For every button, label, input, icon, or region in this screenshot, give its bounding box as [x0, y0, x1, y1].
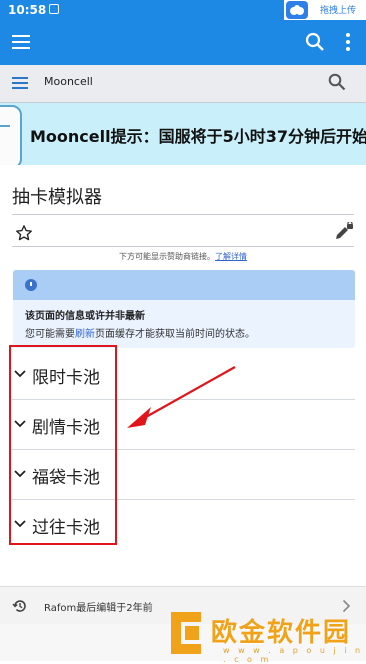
watermark-url: w w w . a p o u j i n . c o m: [223, 646, 364, 664]
notice-header: [13, 270, 355, 300]
mascot-image: [0, 105, 22, 165]
watermark-title: 欧金软件园: [211, 618, 352, 648]
annotation-arrow-icon: [127, 366, 236, 428]
cloud-upload-icon: [286, 1, 308, 19]
site-banner: Mooncell提示：国服将于5小时37分钟后开始维: [0, 103, 366, 165]
clock-icon: [25, 279, 37, 291]
hamburger-menu-icon[interactable]: [12, 35, 30, 49]
more-options-icon[interactable]: [346, 33, 350, 54]
page-title: 抽卡模拟器: [12, 187, 102, 208]
star-icon[interactable]: [15, 224, 33, 246]
site-menu-icon[interactable]: [12, 77, 28, 90]
site-watermark: 欧金软件园 w w w . a p o u j i n . c o m: [163, 602, 366, 664]
notice-title: 该页面的信息或许并非最新: [25, 311, 145, 322]
site-header: Mooncell: [0, 65, 366, 103]
ad-notice-text: 下方可能显示赞助商链接。: [119, 252, 215, 261]
notice-description: 您可能需要刷新页面缓存才能获取当前时间的状态。: [25, 325, 255, 340]
edit-locked-icon[interactable]: [334, 220, 354, 246]
upload-widget[interactable]: 拖拽上传: [284, 0, 366, 20]
divider: [12, 214, 354, 215]
notice-desc-before: 您可能需要: [25, 329, 75, 340]
history-icon: [12, 600, 26, 612]
site-search-icon[interactable]: [328, 73, 346, 95]
notification-icon: [49, 4, 59, 14]
notice-desc-after: 页面缓存才能获取当前时间的状态。: [95, 329, 255, 340]
divider: [12, 246, 354, 247]
upload-label: 拖拽上传: [320, 6, 357, 16]
watermark-logo-icon: [171, 612, 201, 654]
site-name[interactable]: Mooncell: [44, 75, 93, 88]
learn-more-link[interactable]: 了解详情: [215, 252, 247, 261]
banner-text: Mooncell提示：国服将于5小时37分钟后开始维: [30, 127, 366, 146]
refresh-link[interactable]: 刷新: [75, 329, 95, 340]
ad-notice: 下方可能显示赞助商链接。了解详情: [0, 251, 366, 262]
outdated-notice: 该页面的信息或许并非最新 您可能需要刷新页面缓存才能获取当前时间的状态。: [13, 270, 355, 348]
status-time: 10:58: [8, 3, 47, 17]
status-bar: 10:58 拖拽上传: [0, 0, 366, 20]
last-edit-text: Rafom最后编辑于2年前: [44, 603, 153, 614]
app-bar: [0, 20, 366, 65]
highlight-box: [9, 345, 117, 545]
search-icon[interactable]: [305, 32, 325, 56]
